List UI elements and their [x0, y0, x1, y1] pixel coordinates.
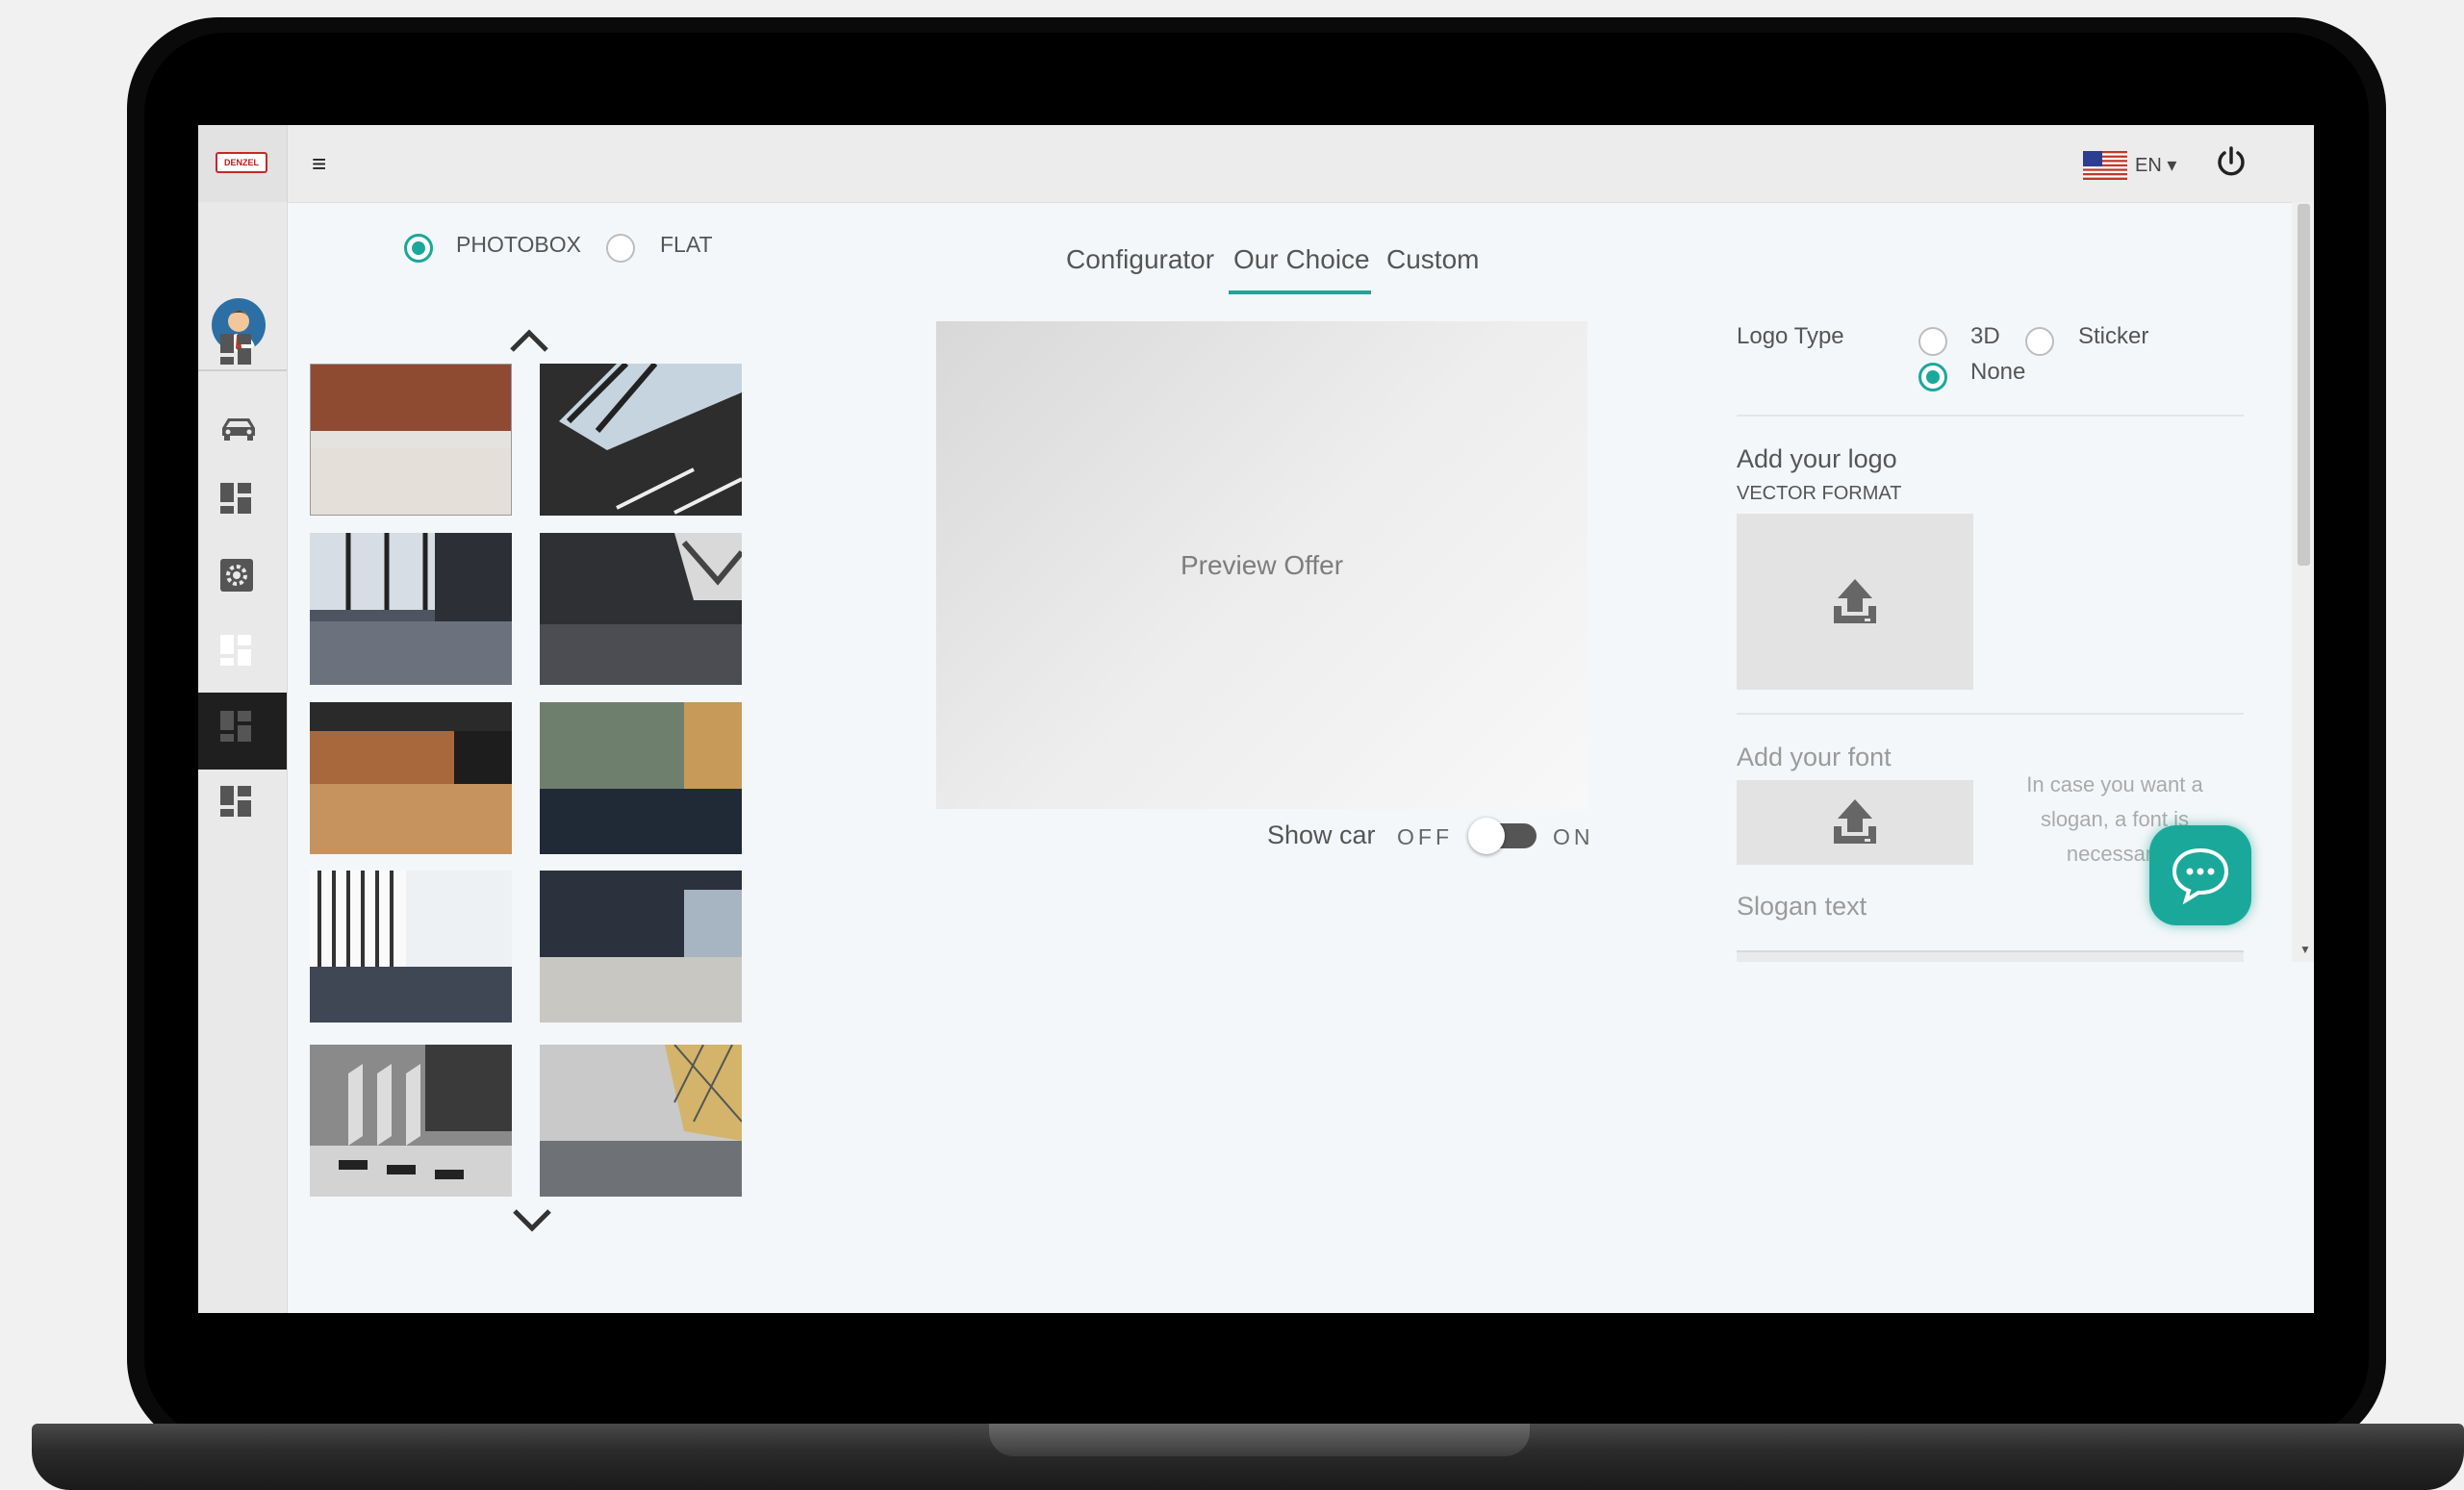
logo-type-none-radio[interactable] — [1918, 363, 1947, 391]
background-thumbnail[interactable] — [310, 871, 512, 1023]
logo-type-3d-label: 3D — [1970, 323, 2000, 349]
background-thumbnail[interactable] — [540, 871, 742, 1023]
show-car-label: Show car — [1267, 821, 1376, 849]
background-thumbnail[interactable] — [310, 364, 512, 516]
chat-icon — [2172, 847, 2229, 904]
us-flag-icon[interactable] — [2083, 151, 2127, 180]
add-logo-title: Add your logo — [1737, 444, 1897, 473]
dashboard-icon[interactable] — [218, 481, 261, 523]
chevron-down-icon[interactable] — [511, 1205, 553, 1234]
add-font-title: Add your font — [1737, 743, 1892, 771]
logo-cell: DENZEL — [198, 125, 288, 202]
car-icon[interactable] — [217, 407, 260, 449]
toggle-knob[interactable] — [1468, 818, 1505, 854]
top-bar: DENZEL ≡ EN ▾ — [198, 125, 2314, 203]
photobox-label: PHOTOBOX — [456, 232, 581, 257]
language-selector[interactable]: EN ▾ — [2135, 153, 2176, 177]
menu-icon[interactable]: ≡ — [312, 149, 326, 178]
laptop-notch — [989, 1424, 1530, 1456]
dashboard-icon[interactable] — [218, 784, 261, 826]
dashboard-icon[interactable] — [218, 633, 261, 675]
logo-type-sticker-label: Sticker — [2078, 323, 2149, 349]
upload-icon — [1834, 579, 1876, 623]
tab-our-choice[interactable]: Our Choice — [1233, 244, 1370, 275]
preview-placeholder: Preview Offer — [1180, 550, 1344, 580]
section-divider — [1737, 415, 2244, 417]
section-divider — [1737, 713, 2244, 715]
background-thumbnail[interactable] — [310, 1045, 512, 1197]
logo-type-3d-radio[interactable] — [1918, 327, 1947, 356]
flat-label: FLAT — [660, 232, 713, 257]
brand-logo[interactable]: DENZEL — [216, 152, 267, 173]
scroll-down-arrow[interactable]: ▼ — [2299, 943, 2311, 956]
chat-button[interactable] — [2149, 825, 2251, 925]
slogan-label: Slogan text — [1737, 892, 1867, 921]
background-thumbnail[interactable] — [310, 533, 512, 685]
background-thumbnail[interactable] — [540, 364, 742, 516]
scrollbar-thumb[interactable] — [2298, 204, 2310, 566]
photobox-radio[interactable] — [404, 234, 433, 263]
flat-radio[interactable] — [606, 234, 635, 263]
logo-type-sticker-radio[interactable] — [2025, 327, 2054, 356]
app-screen: DENZEL ≡ EN ▾ PHOTOBOX FLAT Configurator… — [198, 125, 2314, 1313]
font-upload-box[interactable] — [1737, 780, 1973, 865]
tab-configurator[interactable]: Configurator — [1066, 244, 1214, 275]
language-label: EN — [2135, 155, 2162, 176]
dashboard-icon[interactable] — [218, 332, 261, 374]
toggle-off-label: OFF — [1397, 824, 1453, 849]
upload-icon — [1834, 799, 1876, 844]
slogan-input[interactable] — [1737, 950, 2244, 962]
tab-active-indicator — [1229, 290, 1371, 294]
toggle-on-label: ON — [1553, 824, 1594, 849]
background-thumbnail[interactable] — [540, 533, 742, 685]
logo-type-none-label: None — [1970, 359, 2026, 385]
tab-custom[interactable]: Custom — [1386, 244, 1479, 275]
background-thumbnail[interactable] — [310, 702, 512, 854]
background-thumbnail[interactable] — [540, 702, 742, 854]
background-thumbnail[interactable] — [540, 1045, 742, 1197]
logo-upload-box[interactable] — [1737, 514, 1973, 690]
logo-type-label: Logo Type — [1737, 323, 1844, 349]
add-logo-subtitle: VECTOR FORMAT — [1737, 483, 1902, 504]
dashboard-icon[interactable] — [218, 709, 261, 751]
settings-icon[interactable] — [219, 558, 262, 600]
chevron-up-icon[interactable] — [508, 327, 550, 356]
power-icon[interactable] — [2213, 144, 2249, 181]
preview-area: Preview Offer — [936, 321, 1588, 809]
